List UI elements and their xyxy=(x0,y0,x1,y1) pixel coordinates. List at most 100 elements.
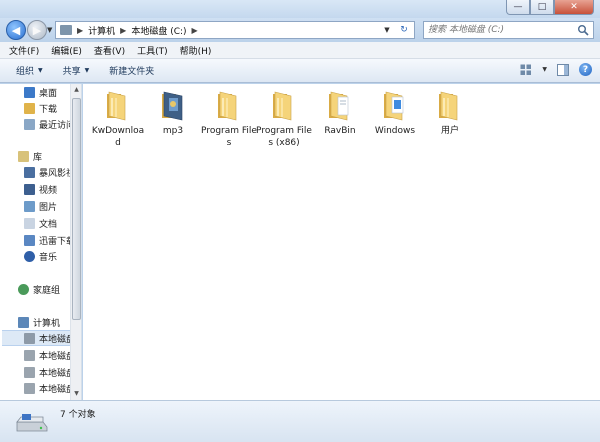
change-view-icon[interactable] xyxy=(520,64,532,76)
file-name: RavBin xyxy=(324,126,356,136)
file-name: mp3 xyxy=(162,126,184,136)
scroll-thumb[interactable] xyxy=(72,98,81,320)
close-button[interactable]: ✕ xyxy=(554,0,594,15)
computer-icon xyxy=(18,316,29,328)
drive-icon xyxy=(24,349,35,361)
folder-icon xyxy=(273,91,292,121)
address-bar[interactable]: ▶ 计算机 ▶ 本地磁盘 (C:) ▶ ▼ ↻ xyxy=(55,21,415,39)
folder-doc-icon xyxy=(329,91,349,121)
drive-icon xyxy=(24,382,35,394)
menu-help[interactable]: 帮助(H) xyxy=(180,44,212,57)
arrow-left-icon: ◀ xyxy=(11,23,21,37)
file-name: Program Files xyxy=(201,126,257,148)
file-name: Program Files (x86) xyxy=(256,126,312,148)
menu-view[interactable]: 查看(V) xyxy=(94,44,125,57)
folder-windows-icon xyxy=(384,91,404,121)
nav-item-label: 图片 xyxy=(39,202,58,213)
back-button[interactable]: ◀ xyxy=(6,20,26,40)
nav-item-label: 桌面 xyxy=(39,88,58,99)
file-name: 用户 xyxy=(440,126,459,136)
video-library-icon xyxy=(24,166,35,178)
forward-button[interactable]: ▶ xyxy=(27,20,47,40)
nav-item-libraries[interactable]: 库 xyxy=(18,148,76,164)
view-controls: ▼ ? xyxy=(520,63,592,76)
navigation-pane: 桌面 下载 最近访问的位置 库 暴风影视库 视频 图片 文档 迅雷下载 音乐 家… xyxy=(0,84,82,400)
computer-icon xyxy=(60,25,72,35)
libraries-icon xyxy=(18,150,29,162)
organize-label: 组织 xyxy=(16,67,35,77)
file-list: KwDownload mp3 Program Files Program Fil… xyxy=(83,84,600,400)
breadcrumb-drive-c[interactable]: 本地磁盘 (C:) xyxy=(131,24,186,37)
view-options-dropdown[interactable]: ▼ xyxy=(542,66,547,73)
nav-item-computer[interactable]: 计算机 xyxy=(18,314,76,330)
file-item-users[interactable]: 用户 xyxy=(425,88,475,137)
breadcrumb-computer[interactable]: 计算机 xyxy=(88,24,115,37)
preview-pane-icon[interactable] xyxy=(557,63,569,76)
maximize-button[interactable]: □ xyxy=(530,0,554,15)
nav-item-homegroup[interactable]: 家庭组 xyxy=(18,281,76,297)
recent-pages-dropdown[interactable]: ▼ xyxy=(47,26,52,34)
minimize-button[interactable]: — xyxy=(506,0,530,15)
homegroup-icon xyxy=(18,283,29,295)
file-name: Windows xyxy=(374,126,416,136)
nav-scrollbar[interactable]: ▲ ▼ xyxy=(70,84,81,400)
share-button[interactable]: 共享 ▼ xyxy=(63,64,90,77)
file-item-ravbin[interactable]: RavBin xyxy=(315,88,365,137)
status-bar: 7 个对象 xyxy=(0,400,600,442)
search-input[interactable] xyxy=(424,23,574,37)
file-name: KwDownload xyxy=(91,126,145,148)
drive-icon xyxy=(16,414,48,432)
caret-down-icon: ▼ xyxy=(84,67,90,74)
nav-item-drive-c[interactable]: 本地磁盘 (C:) xyxy=(2,330,72,346)
desktop-icon xyxy=(24,86,35,98)
new-folder-label: 新建文件夹 xyxy=(109,67,155,77)
file-item-kwdownload[interactable]: KwDownload xyxy=(91,88,145,149)
help-icon[interactable]: ? xyxy=(579,63,592,76)
nav-item-label: 音乐 xyxy=(39,252,58,263)
drive-icon xyxy=(24,366,35,378)
scroll-down-icon[interactable]: ▼ xyxy=(72,389,81,399)
scroll-up-icon[interactable]: ▲ xyxy=(72,85,81,95)
menu-tools[interactable]: 工具(T) xyxy=(137,44,168,57)
drive-icon xyxy=(24,332,35,344)
nav-item-label: 文档 xyxy=(39,219,58,230)
chevron-down-icon[interactable]: ▼ xyxy=(380,23,394,37)
downloads-icon xyxy=(24,102,35,114)
search-icon[interactable] xyxy=(577,24,589,36)
title-bar: — □ ✕ xyxy=(0,0,600,18)
refresh-icon[interactable]: ↻ xyxy=(396,23,412,37)
search-box[interactable] xyxy=(423,21,594,39)
nav-item-label: 家庭组 xyxy=(33,285,61,296)
organize-button[interactable]: 组织 ▼ xyxy=(16,64,43,77)
item-count: 7 个对象 xyxy=(60,410,96,420)
menu-edit[interactable]: 编辑(E) xyxy=(51,44,82,57)
folder-icon xyxy=(107,91,126,121)
chevron-right-icon[interactable]: ▶ xyxy=(77,26,83,35)
folder-icon xyxy=(218,91,237,121)
nav-item-label: 计算机 xyxy=(33,318,61,329)
new-folder-button[interactable]: 新建文件夹 xyxy=(109,64,154,77)
music-icon xyxy=(24,250,35,262)
nav-item-label: 本地磁盘 (C:) xyxy=(39,334,72,345)
arrow-right-icon: ▶ xyxy=(32,23,42,37)
address-row: ◀ ▶ ▼ ▶ 计算机 ▶ 本地磁盘 (C:) ▶ ▼ ↻ xyxy=(0,18,600,42)
menu-file[interactable]: 文件(F) xyxy=(9,44,39,57)
folder-icon xyxy=(439,91,458,121)
nav-item-label: 下载 xyxy=(39,104,58,115)
documents-icon xyxy=(24,217,35,229)
caret-down-icon: ▼ xyxy=(38,67,43,74)
window-controls: — □ ✕ xyxy=(506,0,594,15)
pictures-icon xyxy=(24,200,35,212)
recent-places-icon xyxy=(24,118,35,130)
folder-media-icon xyxy=(162,91,183,121)
file-item-program-files-x86[interactable]: Program Files (x86) xyxy=(256,88,312,149)
file-item-program-files[interactable]: Program Files xyxy=(201,88,257,149)
chevron-right-icon[interactable]: ▶ xyxy=(192,26,198,35)
file-item-mp3[interactable]: mp3 xyxy=(148,88,198,137)
nav-item-label: 库 xyxy=(33,152,43,163)
file-item-windows[interactable]: Windows xyxy=(370,88,420,137)
videos-icon xyxy=(24,183,35,195)
chevron-right-icon[interactable]: ▶ xyxy=(120,26,126,35)
share-label: 共享 xyxy=(62,67,81,77)
command-bar: 组织 ▼ 共享 ▼ 新建文件夹 ▼ ? xyxy=(0,59,600,83)
